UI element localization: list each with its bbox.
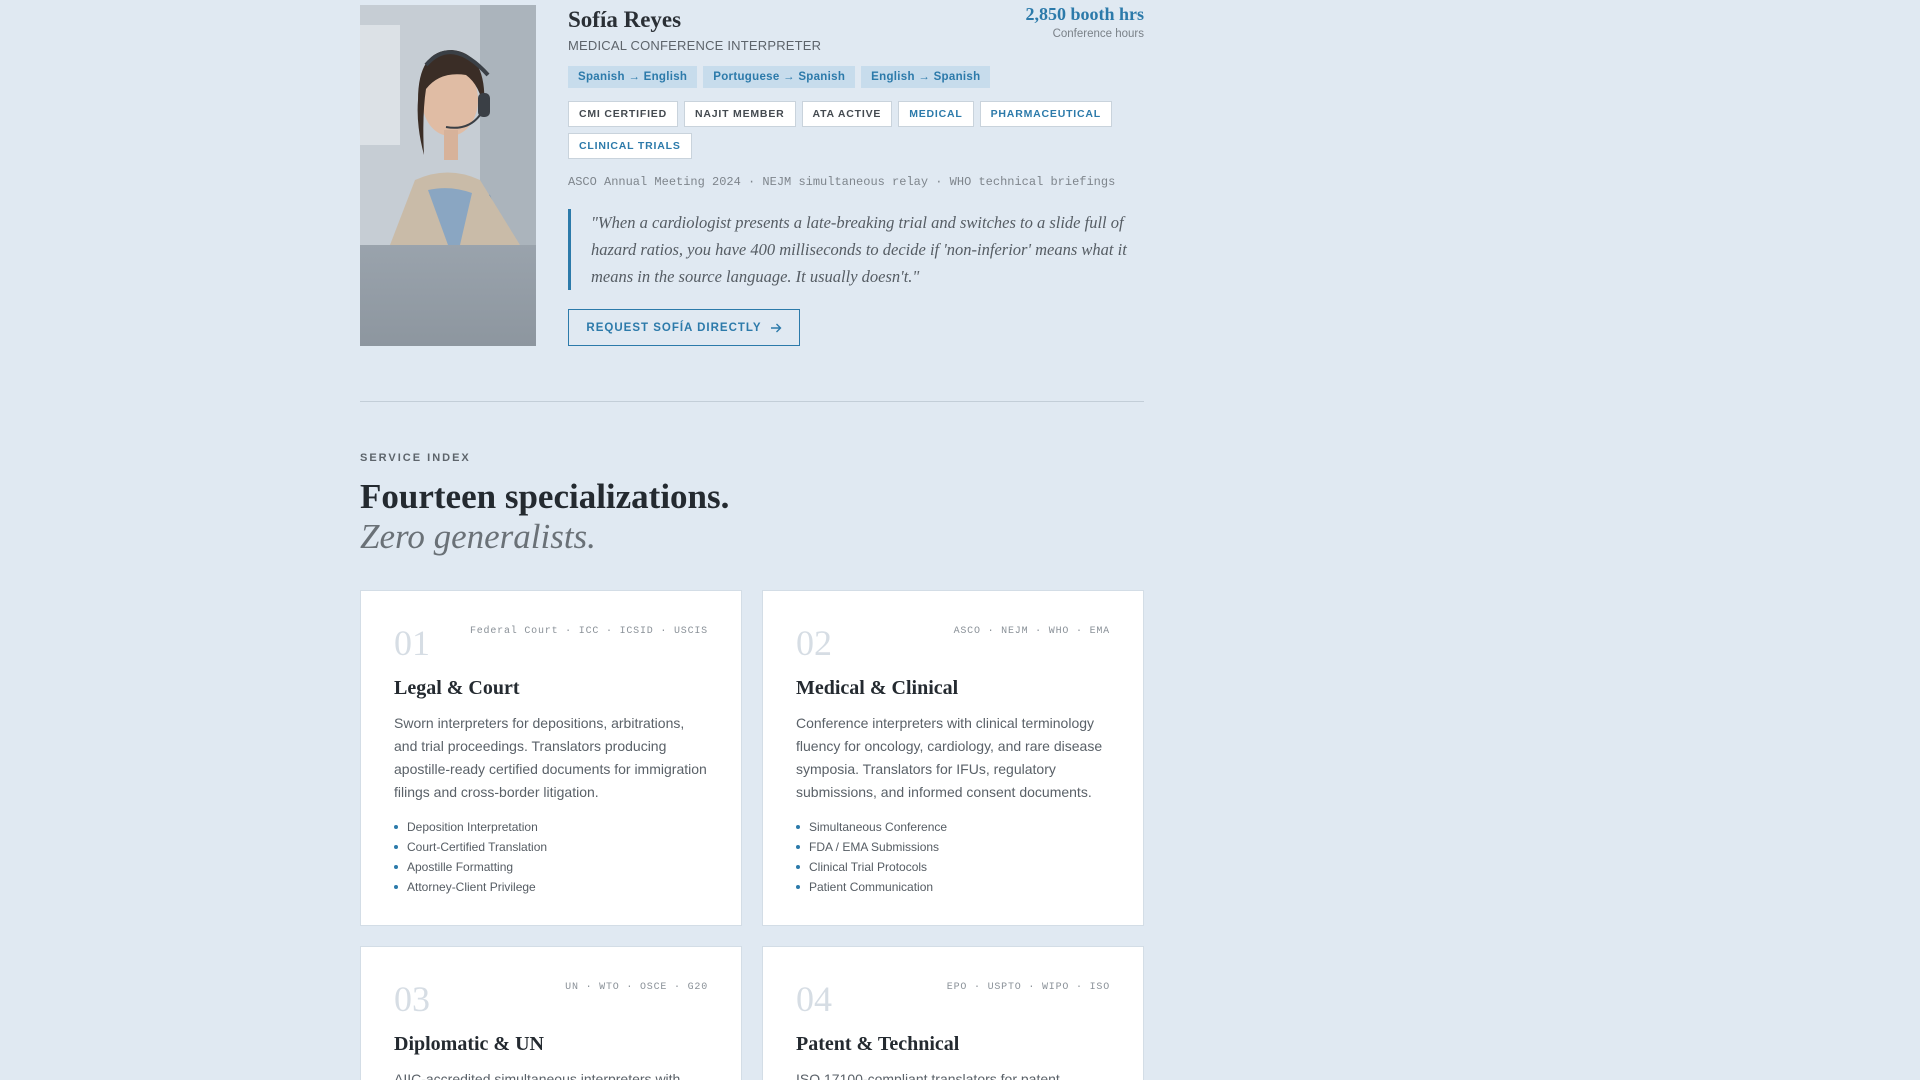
- bullet-icon: [796, 825, 800, 829]
- card-title: Patent & Technical: [796, 1033, 960, 1055]
- bullet-icon: [796, 865, 800, 869]
- request-interpreter-button[interactable]: REQUEST SOFÍA DIRECTLY: [568, 309, 800, 346]
- hours-label: Conference hours: [1052, 28, 1144, 40]
- request-button-label: REQUEST SOFÍA DIRECTLY: [586, 321, 762, 334]
- card-tags: EPO · USPTO · WIPO · ISO: [946, 982, 1110, 993]
- list-item: Simultaneous Conference: [796, 817, 947, 837]
- bullet-icon: [394, 825, 398, 829]
- card-number: 01: [394, 623, 430, 663]
- card-feature-list: Deposition Interpretation Court-Certifie…: [394, 817, 547, 897]
- cert-badge: CMI CERTIFIED: [568, 101, 678, 127]
- bullet-icon: [394, 885, 398, 889]
- card-tags: ASCO · NEJM · WHO · EMA: [953, 626, 1110, 637]
- list-item: Court-Certified Translation: [394, 837, 547, 857]
- list-item-label: Patient Communication: [809, 880, 934, 894]
- card-title: Legal & Court: [394, 677, 520, 699]
- hours-stat: 2,850 booth hrs Conference hours: [1025, 4, 1144, 40]
- list-item: FDA / EMA Submissions: [796, 837, 947, 857]
- list-item-label: Court-Certified Translation: [407, 840, 548, 854]
- service-card-legal[interactable]: 01 Federal Court · ICC · ICSID · USCIS L…: [360, 590, 742, 926]
- card-feature-list: Simultaneous Conference FDA / EMA Submis…: [796, 817, 947, 897]
- service-card-patent[interactable]: 04 EPO · USPTO · WIPO · ISO Patent & Tec…: [762, 946, 1144, 1080]
- profile-photo: [360, 5, 536, 346]
- bullet-icon: [796, 845, 800, 849]
- service-card-medical[interactable]: 02 ASCO · NEJM · WHO · EMA Medical & Cli…: [762, 590, 1144, 926]
- arrow-right-icon: [770, 323, 782, 332]
- hours-value: 2,850 booth hrs: [1025, 4, 1144, 24]
- profile-name: Sofía Reyes: [568, 7, 682, 32]
- list-item: Attorney-Client Privilege: [394, 877, 547, 897]
- section-subheading: Zero generalists.: [360, 517, 596, 556]
- card-number: 03: [394, 979, 430, 1019]
- cert-badge: ATA ACTIVE: [801, 101, 893, 127]
- language-pair-badge: Portuguese → Spanish: [703, 66, 856, 88]
- list-item-label: Deposition Interpretation: [407, 820, 538, 834]
- card-tags: UN · WTO · OSCE · G20: [565, 982, 708, 993]
- list-item: Apostille Formatting: [394, 857, 547, 877]
- list-item: Patient Communication: [796, 877, 947, 897]
- language-pair-badge: Spanish → English: [568, 66, 698, 88]
- bullet-icon: [394, 845, 398, 849]
- headset-portrait-photo: [360, 5, 536, 245]
- section-divider: [360, 401, 1144, 402]
- list-item-label: Clinical Trial Protocols: [809, 860, 928, 874]
- service-card-diplomatic[interactable]: 03 UN · WTO · OSCE · G20 Diplomatic & UN…: [360, 946, 742, 1080]
- card-title: Medical & Clinical: [796, 677, 959, 699]
- list-item-label: FDA / EMA Submissions: [809, 840, 940, 854]
- card-description: Sworn interpreters for depositions, arbi…: [394, 715, 707, 800]
- cert-badge: NAJIT MEMBER: [683, 101, 796, 127]
- certification-badges: CMI CERTIFIED NAJIT MEMBER ATA ACTIVE ME…: [568, 101, 1144, 159]
- profile-quote: "When a cardiologist presents a late-bre…: [568, 209, 1144, 290]
- card-description: Conference interpreters with clinical te…: [796, 715, 1103, 800]
- list-item: Deposition Interpretation: [394, 817, 547, 837]
- specialty-badge: MEDICAL: [898, 101, 974, 127]
- card-tags: Federal Court · ICC · ICSID · USCIS: [469, 626, 708, 637]
- profile-role: MEDICAL CONFERENCE INTERPRETER: [568, 38, 822, 53]
- section-heading: Fourteen specializations.: [360, 477, 730, 516]
- specialty-badge: PHARMACEUTICAL: [979, 101, 1112, 127]
- page-content: Sofía Reyes MEDICAL CONFERENCE INTERPRET…: [360, 0, 1144, 1080]
- card-number: 02: [796, 623, 832, 663]
- card-description: ISO 17100-compliant translators for pate…: [796, 1071, 1060, 1080]
- interpreter-profile: Sofía Reyes MEDICAL CONFERENCE INTERPRET…: [360, 0, 1144, 346]
- language-pairs: Spanish → English Portuguese → Spanish E…: [568, 66, 991, 88]
- list-item-label: Apostille Formatting: [407, 860, 514, 874]
- specialty-badge: CLINICAL TRIALS: [568, 133, 692, 159]
- event-list: ASCO Annual Meeting 2024 · NEJM simultan…: [568, 175, 1116, 189]
- bullet-icon: [394, 865, 398, 869]
- language-pair-badge: English → Spanish: [861, 66, 991, 88]
- section-eyebrow: SERVICE INDEX: [360, 452, 471, 464]
- card-title: Diplomatic & UN: [394, 1033, 544, 1055]
- bullet-icon: [796, 885, 800, 889]
- list-item-label: Simultaneous Conference: [809, 820, 948, 834]
- list-item-label: Attorney-Client Privilege: [407, 880, 536, 894]
- list-item: Clinical Trial Protocols: [796, 857, 947, 877]
- card-description: AIIC-accredited simultaneous interpreter…: [394, 1071, 681, 1080]
- card-number: 04: [796, 979, 832, 1019]
